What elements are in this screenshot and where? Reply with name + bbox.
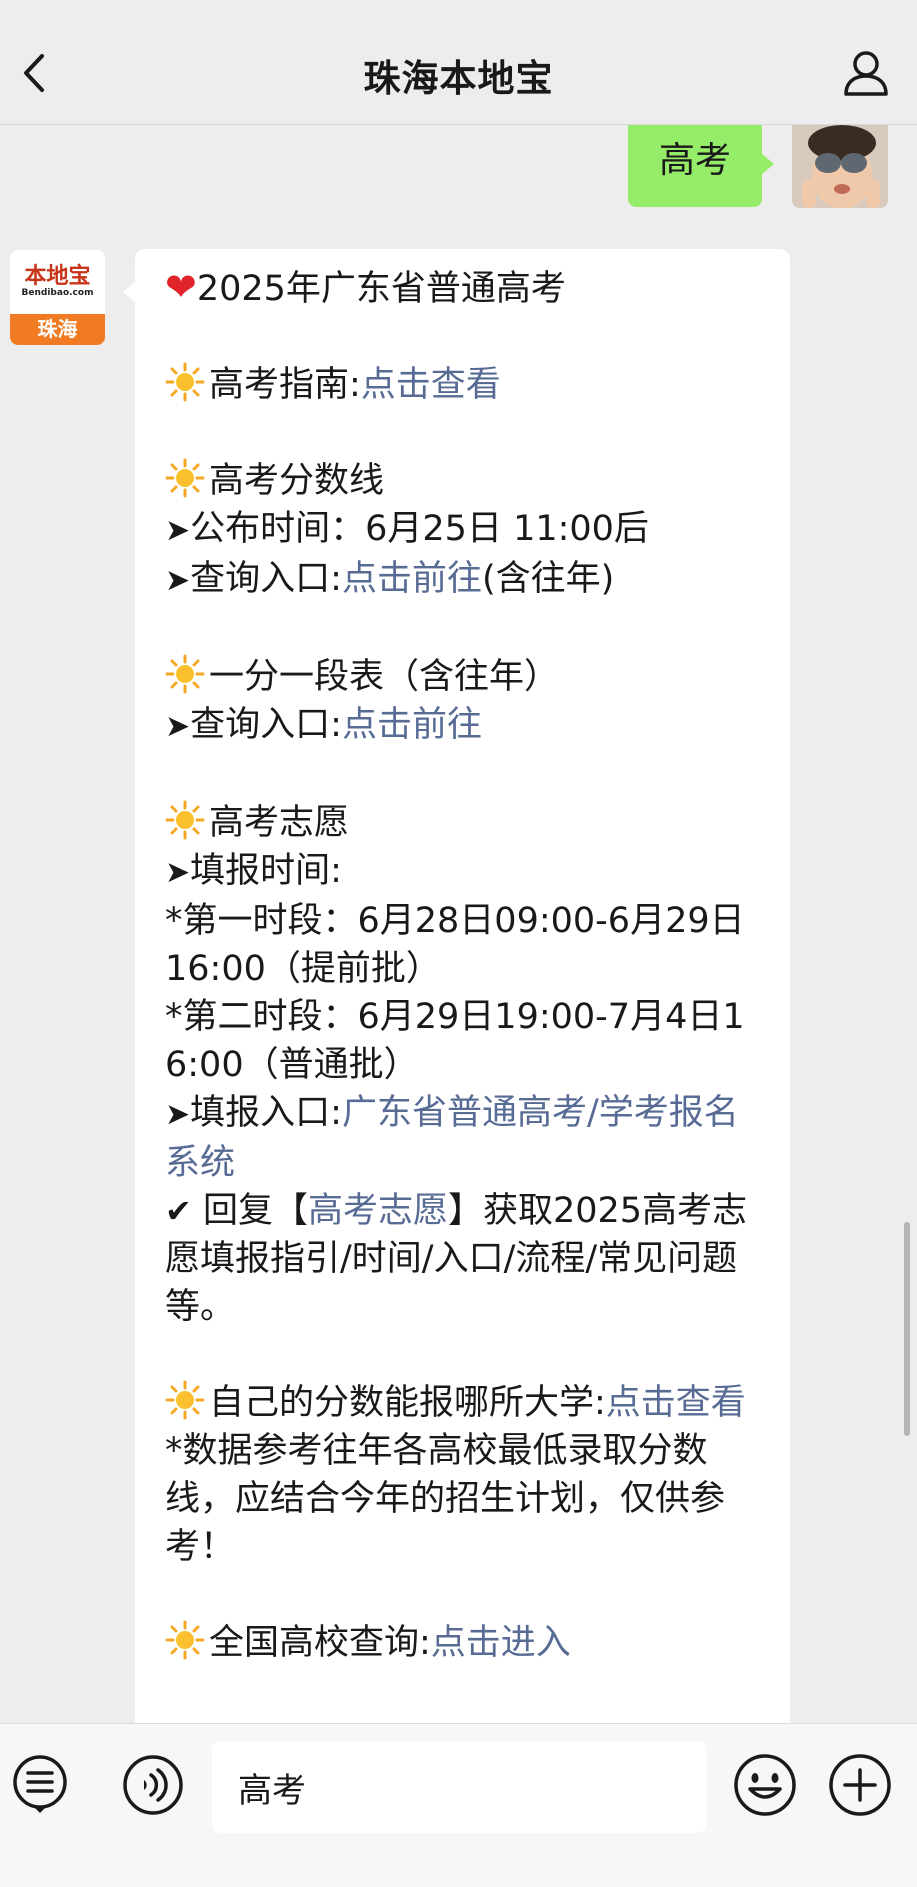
voice-icon: [123, 1755, 183, 1815]
publish-time: 公布时间：6月25日 11:00后: [190, 509, 649, 549]
university-link[interactable]: 点击查看: [606, 1383, 746, 1423]
sun-icon: [165, 800, 205, 840]
arrow-icon: ➤: [165, 1097, 191, 1132]
voice-button[interactable]: [122, 1754, 184, 1816]
chat-history[interactable]: 高考 本地宝 Bendibao.com 珠海 ❤2025年广东省普通高考 高考指…: [0, 125, 917, 1723]
segment-heading: 一分一段表（含往年）: [209, 657, 560, 697]
message-title-line: ❤2025年广东省普通高考: [165, 263, 765, 313]
input-bar: [0, 1723, 917, 1887]
apply-entry-line: ➤填报入口:广东省普通高考/学考报名系统: [165, 1089, 765, 1187]
heart-icon: ❤: [165, 265, 197, 309]
sun-icon: [165, 1620, 205, 1660]
bot-avatar-brand: 本地宝: [24, 263, 91, 289]
colleges-link[interactable]: 点击进入: [431, 1623, 571, 1663]
sun-icon: [165, 654, 205, 694]
reply-line: ✔ 回复【高考志愿】获取2025高考志愿填报指引/时间/入口/流程/常见问题等。: [165, 1187, 765, 1331]
reply-keyword-link[interactable]: 高考志愿: [308, 1191, 448, 1231]
sent-message-text: 高考: [658, 140, 731, 181]
bot-avatar-domain: Bendibao.com: [21, 288, 94, 298]
colleges-label: 全国高校查询:: [209, 1623, 431, 1663]
arrow-icon: ➤: [165, 513, 191, 548]
score-query-line: ➤查询入口:点击前往(含往年): [165, 555, 765, 605]
guide-line: 高考指南:点击查看: [165, 361, 765, 409]
bot-avatar[interactable]: 本地宝 Bendibao.com 珠海: [10, 250, 105, 345]
university-line: 自己的分数能报哪所大学:点击查看: [165, 1379, 765, 1427]
more-button[interactable]: [828, 1753, 892, 1817]
emoji-button[interactable]: [733, 1753, 797, 1817]
apply-time-label: 填报时间:: [190, 851, 342, 891]
emoji-icon: [734, 1754, 796, 1816]
colleges-line: 全国高校查询:点击进入: [165, 1619, 765, 1667]
guide-link[interactable]: 点击查看: [361, 365, 501, 405]
arrow-icon: ➤: [165, 855, 191, 890]
message-title: 2025年广东省普通高考: [196, 269, 566, 309]
score-query-label: 查询入口:: [190, 559, 342, 599]
apply-heading-line: 高考志愿: [165, 799, 765, 847]
publish-time-line: ➤公布时间：6月25日 11:00后: [165, 505, 765, 555]
scores-heading-line: 高考分数线: [165, 457, 765, 505]
apply-time-line: ➤填报时间:: [165, 847, 765, 897]
chat-scrollbar[interactable]: [904, 1222, 910, 1436]
top-navigation-bar: 珠海本地宝: [0, 0, 917, 125]
received-message-bubble[interactable]: ❤2025年广东省普通高考 高考指南:点击查看 高考分数线 ➤公布时间：6月25…: [123, 249, 790, 1723]
segment-heading-line: 一分一段表（含往年）: [165, 653, 765, 701]
chat-title: 珠海本地宝: [363, 57, 554, 100]
segment-query-label: 查询入口:: [190, 705, 342, 745]
my-avatar[interactable]: [792, 125, 888, 208]
arrow-icon: ➤: [165, 563, 191, 598]
guide-label: 高考指南:: [209, 365, 361, 405]
university-label: 自己的分数能报哪所大学:: [209, 1383, 606, 1423]
sun-icon: [165, 362, 205, 402]
menu-button[interactable]: [11, 1754, 69, 1814]
sent-message-bubble[interactable]: 高考: [628, 125, 774, 207]
apply-entry-label: 填报入口:: [190, 1093, 342, 1133]
profile-button[interactable]: [841, 48, 891, 98]
user-photo-icon: [792, 125, 888, 208]
plus-icon: [829, 1754, 891, 1816]
segment-query-line: ➤查询入口:点击前往: [165, 701, 765, 751]
reply-prefix: 回复【: [202, 1191, 308, 1231]
person-icon: [844, 51, 888, 96]
score-query-suffix: (含往年): [481, 559, 615, 599]
period-two: *第二时段：6月29日19:00-7月4日16:00（普通批）: [165, 997, 745, 1085]
message-body: ❤2025年广东省普通高考 高考指南:点击查看 高考分数线 ➤公布时间：6月25…: [165, 263, 765, 1667]
sun-icon: [165, 1380, 205, 1420]
menu-list-icon: [13, 1755, 67, 1813]
sun-icon: [165, 458, 205, 498]
scores-heading: 高考分数线: [209, 461, 385, 501]
period-one: *第一时段：6月28日09:00-6月29日16:00（提前批）: [165, 901, 745, 989]
message-input[interactable]: [212, 1741, 706, 1833]
score-query-link[interactable]: 点击前往: [342, 559, 482, 599]
checkmark-icon: ✔: [165, 1192, 192, 1230]
bot-avatar-city: 珠海: [10, 314, 105, 345]
data-note: *数据参考往年各高校最低录取分数线，应结合今年的招生计划，仅供参考！: [165, 1431, 726, 1567]
arrow-icon: ➤: [165, 709, 191, 744]
apply-heading: 高考志愿: [209, 803, 350, 843]
segment-query-link[interactable]: 点击前往: [342, 705, 482, 745]
